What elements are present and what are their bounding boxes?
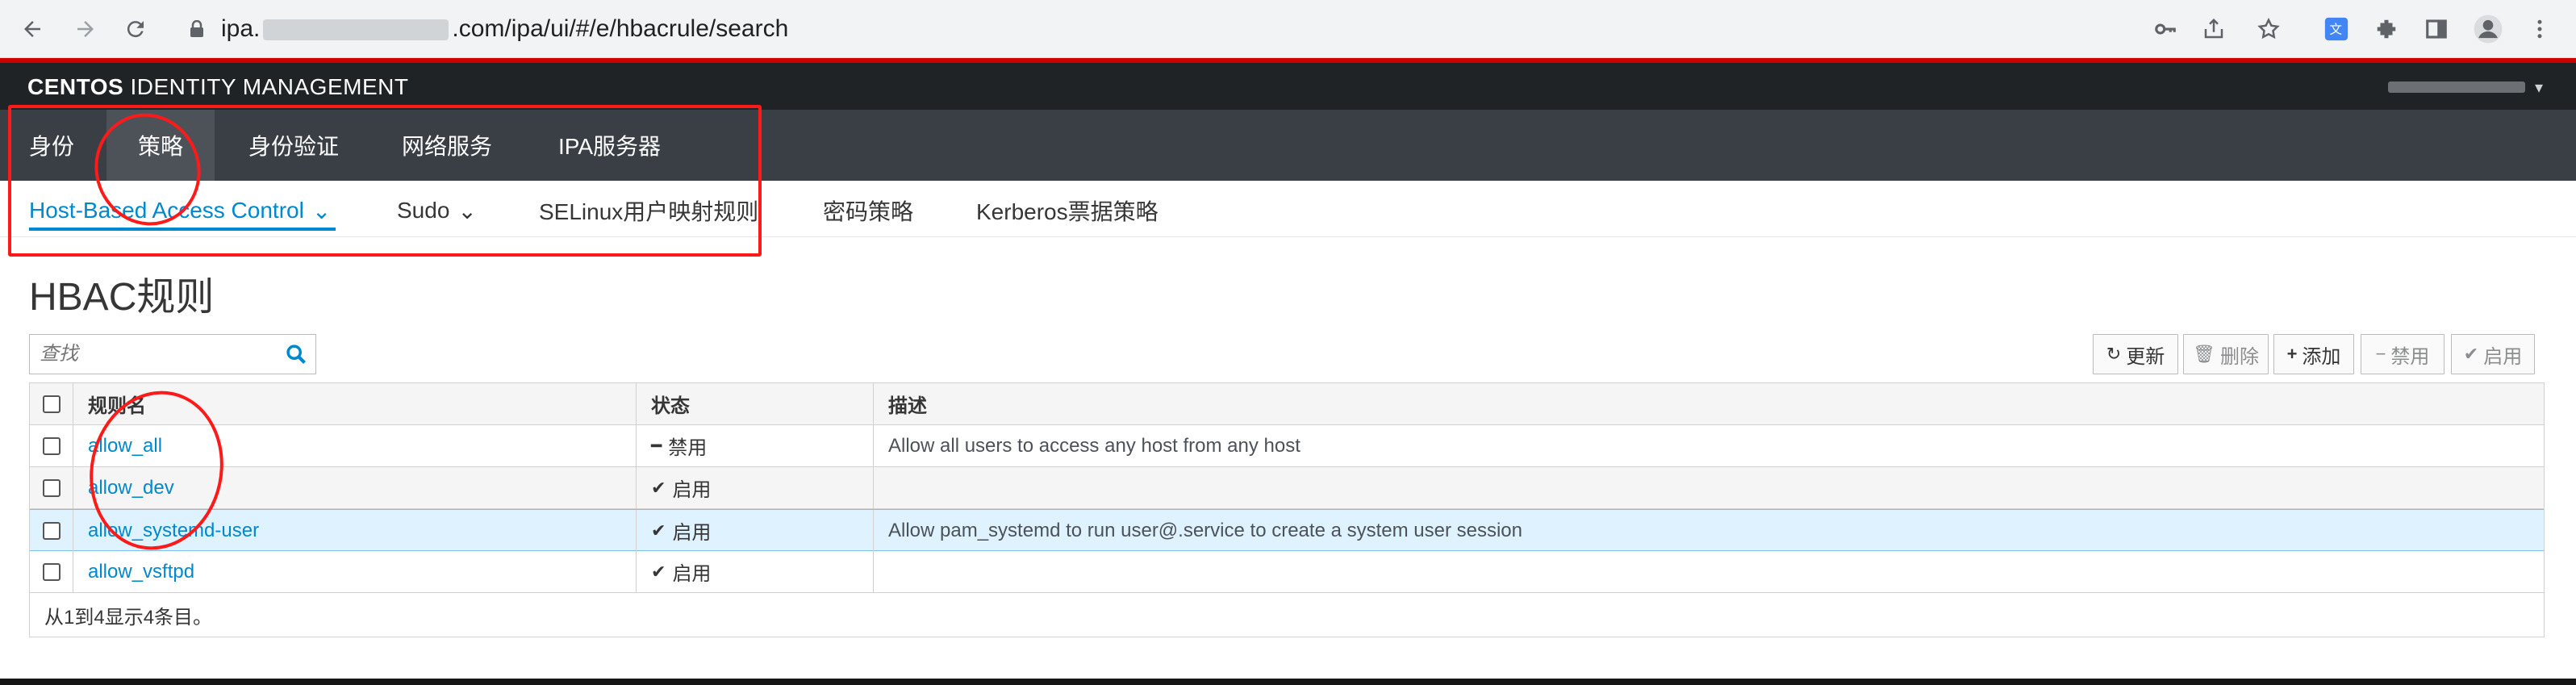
chevron-down-icon: ⌄ [457,198,477,223]
check-icon: ✔ [651,520,666,541]
status-text: 禁用 [668,437,708,459]
trash-icon: 🗑 [2193,344,2215,364]
nav-authentication[interactable]: 身份验证 [248,110,339,181]
hbac-rules-table: 规则名 状态 描述 allow_all ━ 禁用 Allow all users … [29,382,2545,637]
username-redaction [2388,81,2525,93]
rule-name-link[interactable]: allow_vsftpd [88,561,194,583]
tab-sudo[interactable]: Sudo ⌄ [397,192,477,229]
column-header-description[interactable]: 描述 [874,383,2544,424]
check-icon: ✔ [651,477,666,498]
lock-icon [190,20,203,37]
column-header-name[interactable]: 规则名 [73,383,637,424]
profile-avatar-icon[interactable] [2470,11,2506,47]
table-row[interactable]: allow_all ━ 禁用 Allow all users to access … [30,425,2544,467]
enable-button[interactable]: ✔ 启用 [2451,334,2535,374]
tab-selinux-usermap[interactable]: SELinux用户映射规则 [539,192,758,229]
rule-description: Allow all users to access any host from … [888,434,1301,457]
nav-ipa-server[interactable]: IPA服务器 [558,110,661,181]
url-text: ipa. .com/ipa/ui/#/e/hbacrule/search [221,15,789,42]
status-text: 启用 [672,479,712,501]
reload-icon[interactable] [118,11,153,47]
rule-name-link[interactable]: allow_all [88,435,162,457]
address-bar[interactable]: ipa. .com/ipa/ui/#/e/hbacrule/search [173,6,2141,52]
select-all-checkbox[interactable] [42,395,61,413]
rule-description: Allow pam_systemd to run user@.service t… [888,519,1522,541]
browser-toolbar: ipa. .com/ipa/ui/#/e/hbacrule/search 文 [0,0,2576,58]
check-icon: ✔ [651,561,666,582]
column-header-status[interactable]: 状态 [637,383,874,424]
chevron-down-icon: ⌄ [311,198,332,223]
row-checkbox[interactable] [42,478,61,497]
extensions-icon[interactable] [2369,11,2404,47]
key-icon[interactable] [2148,11,2183,47]
row-checkbox[interactable] [42,521,61,540]
side-panel-icon[interactable] [2419,11,2454,47]
table-header-row: 规则名 状态 描述 [30,383,2544,425]
primary-nav: 身份 策略 身份验证 网络服务 IPA服务器 [0,110,2576,181]
app-header: CENTOS IDENTITY MANAGEMENT ▾ [0,63,2576,110]
bottom-edge [0,679,2576,685]
back-icon[interactable] [15,11,50,47]
table-row[interactable]: allow_vsftpd ✔ 启用 [30,551,2544,593]
row-checkbox[interactable] [42,436,61,455]
refresh-icon: ↻ [2106,344,2122,364]
rule-name-link[interactable]: allow_dev [88,477,174,499]
bookmark-star-icon[interactable] [2251,11,2286,47]
table-row[interactable]: allow_dev ✔ 启用 [30,467,2544,509]
user-menu[interactable]: ▾ [2388,77,2549,97]
nav-identity[interactable]: 身份 [29,110,74,181]
tab-password-policy[interactable]: 密码策略 [823,192,913,229]
check-icon: ✔ [2463,344,2479,364]
tab-hbac[interactable]: Host-Based Access Control ⌄ [29,192,331,229]
row-checkbox[interactable] [42,562,61,581]
delete-button[interactable]: 🗑 删除 [2183,334,2269,374]
nav-network-services[interactable]: 网络服务 [402,110,492,181]
search-icon[interactable] [285,343,307,365]
brand-title[interactable]: CENTOS IDENTITY MANAGEMENT [27,74,408,100]
browser-menu-icon[interactable] [2522,11,2557,47]
search-box [29,334,316,374]
table-footer-summary: 从1到4显示4条目。 [30,593,2544,637]
translate-icon[interactable]: 文 [2319,11,2354,47]
forward-icon[interactable] [68,11,103,47]
tab-kerberos-policy[interactable]: Kerberos票据策略 [976,192,1159,229]
minus-icon: − [2375,344,2386,364]
active-tab-underline [29,228,336,231]
disable-button[interactable]: − 禁用 [2361,334,2444,374]
status-text: 启用 [672,563,712,585]
chevron-down-icon: ▾ [2535,78,2544,97]
search-input[interactable] [30,336,272,373]
share-icon[interactable] [2196,11,2232,47]
svg-text:文: 文 [2330,23,2343,37]
table-row[interactable]: allow_systemd-user ✔ 启用 Allow pam_systemd… [30,509,2544,551]
add-button[interactable]: + 添加 [2273,334,2354,374]
page-title: HBAC规则 [29,276,215,319]
status-text: 启用 [672,522,712,544]
plus-icon: + [2286,344,2298,364]
refresh-button[interactable]: ↻ 更新 [2093,334,2178,374]
secondary-nav: Host-Based Access Control ⌄ Sudo ⌄ SELin… [0,181,2576,237]
url-redaction [263,19,449,41]
nav-policy[interactable]: 策略 [106,110,215,181]
rule-name-link[interactable]: allow_systemd-user [88,520,259,542]
minus-icon: ━ [651,435,662,456]
